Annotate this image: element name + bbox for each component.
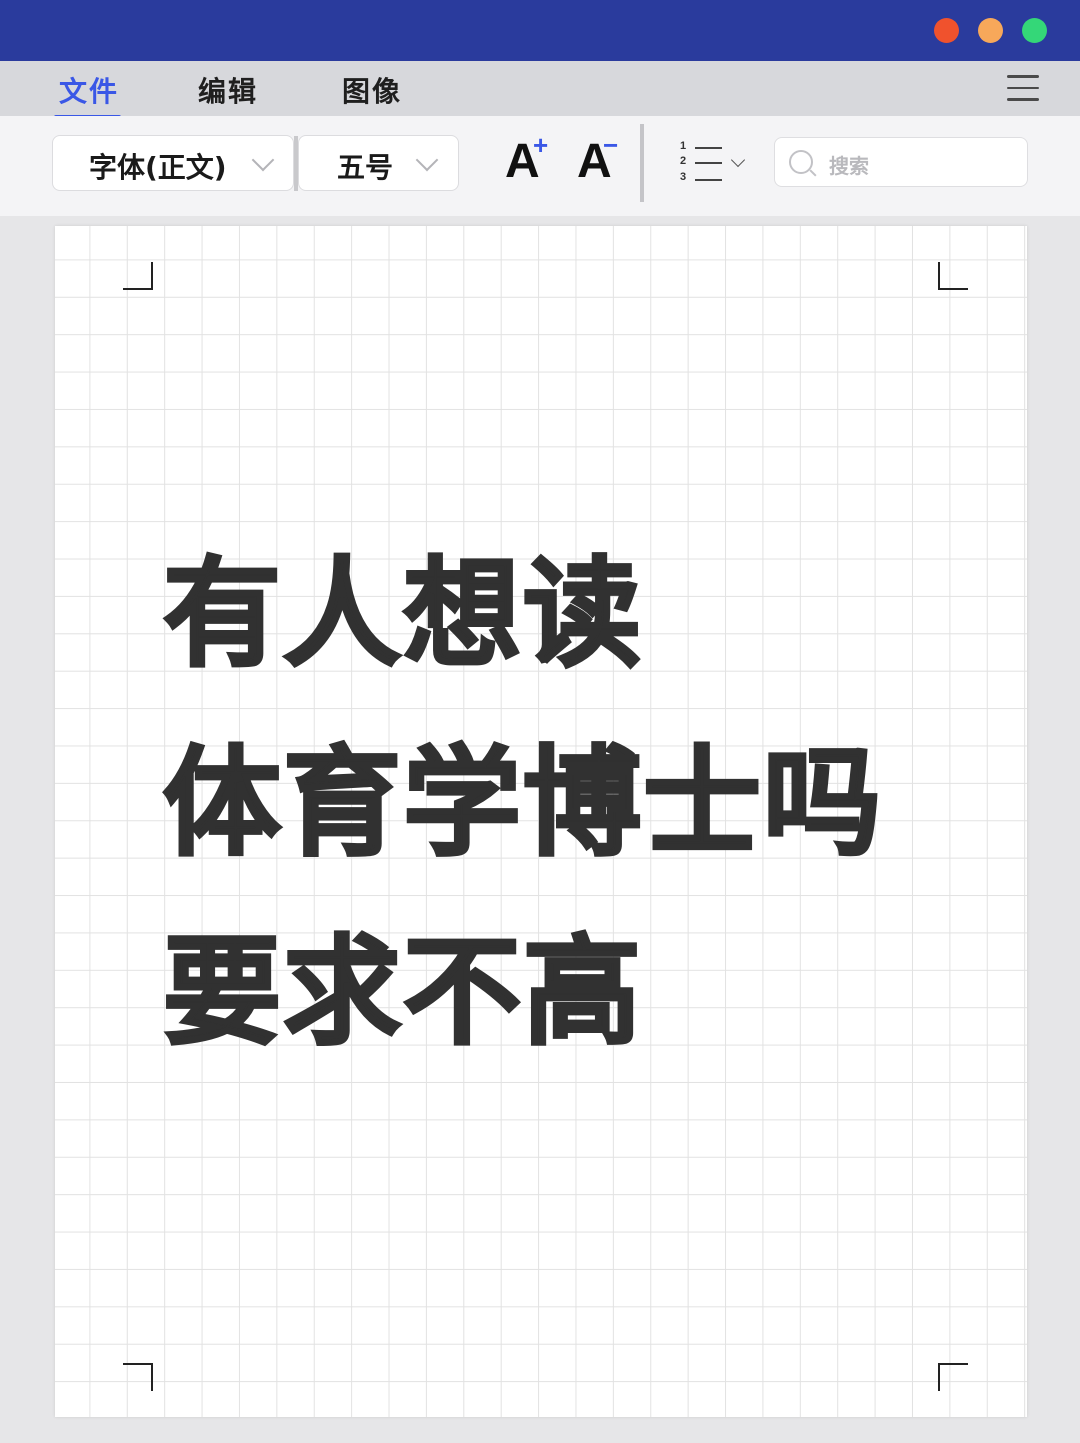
tab-file[interactable]: 文件	[59, 70, 119, 110]
list-number: 1	[680, 140, 687, 152]
font-size-value: 五号	[337, 151, 394, 184]
search-input[interactable]: 搜索	[774, 137, 1028, 187]
list-line-icon	[695, 147, 722, 149]
crop-mark-top-left	[123, 262, 153, 290]
list-number: 3	[680, 171, 687, 183]
chevron-down-icon	[415, 148, 439, 172]
list-line-icon	[695, 179, 722, 181]
chevron-down-icon	[251, 148, 275, 172]
maximize-window-button[interactable]	[1022, 18, 1047, 43]
document-text-line: 要求不高	[161, 923, 644, 1061]
search-icon	[789, 150, 813, 174]
list-line-icon	[695, 162, 722, 164]
numbered-list-button[interactable]: 1 2 3	[678, 140, 750, 186]
document-text-line: 体育学博士吗	[161, 734, 884, 872]
crop-mark-bottom-left	[123, 1363, 153, 1391]
tab-image[interactable]: 图像	[342, 70, 402, 110]
chevron-down-icon	[730, 152, 746, 168]
font-family-dropdown[interactable]: 字体(正文)	[52, 135, 294, 191]
minimize-window-button[interactable]	[978, 18, 1003, 43]
search-placeholder: 搜索	[829, 154, 869, 178]
window-titlebar	[0, 0, 1080, 61]
toolbar-divider	[640, 124, 644, 202]
document-text-line: 有人想读	[161, 545, 644, 683]
crop-mark-bottom-right	[938, 1363, 968, 1391]
minus-icon: −	[603, 130, 619, 160]
close-window-button[interactable]	[934, 18, 959, 43]
increase-font-size-button[interactable]: A +	[505, 132, 548, 186]
decrease-font-size-button[interactable]: A −	[577, 132, 618, 186]
list-number: 2	[680, 155, 687, 167]
tab-edit[interactable]: 编辑	[198, 70, 258, 110]
menu-bar: 文件 编辑 图像	[0, 61, 1080, 116]
dropdown-divider	[294, 136, 298, 191]
hamburger-menu-icon[interactable]	[1007, 75, 1039, 103]
font-family-value: 字体(正文)	[89, 151, 227, 184]
font-size-dropdown[interactable]: 五号	[298, 135, 459, 191]
plus-icon: +	[533, 130, 549, 160]
crop-mark-top-right	[938, 262, 968, 290]
